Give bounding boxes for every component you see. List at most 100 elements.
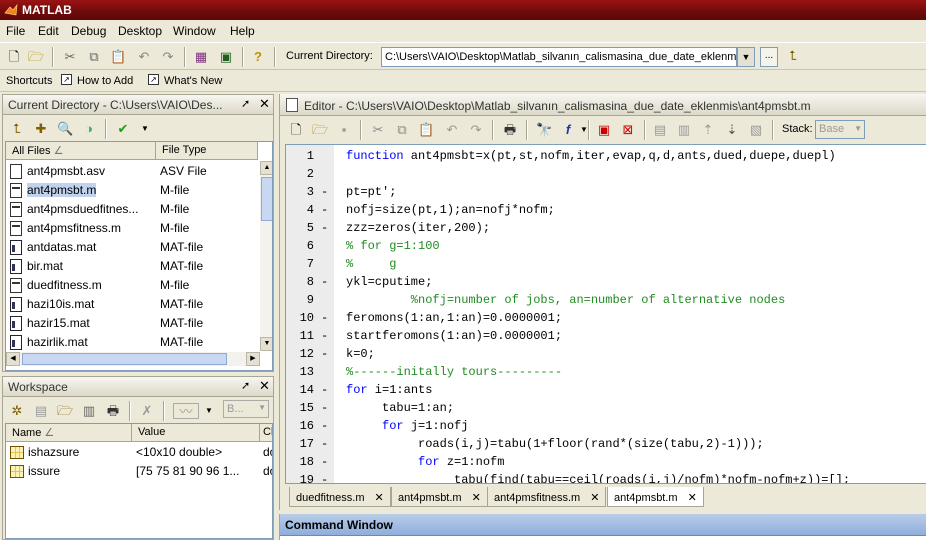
tab-ant4pmsfitness[interactable]: ant4pmsfitness.m ✕ [487,487,607,507]
chevron-down-icon[interactable]: ▼ [737,47,755,67]
chevron-down-icon[interactable]: ▼ [137,121,153,137]
breakpoint-marker[interactable]: - [321,329,328,343]
file-row[interactable]: bir.mat MAT-file [6,257,258,276]
code-line[interactable]: 14- for i=1:ants [286,381,926,399]
find-files-icon[interactable]: 🔍 [57,121,73,137]
close-icon[interactable]: ✕ [259,96,270,112]
undo-icon[interactable]: ↶ [444,122,460,138]
open-folder-icon[interactable]: 🗁 [312,122,328,138]
paste-icon[interactable]: 📋 [110,49,126,65]
code-line[interactable]: 6 % for g=1:100 [286,237,926,255]
menu-desktop[interactable]: Desktop [118,24,162,38]
breakpoint-marker[interactable]: - [321,437,328,451]
open-variable-icon[interactable]: ▤ [33,403,49,419]
file-row[interactable]: ant4pmsfitness.m M-file [6,219,258,238]
redo-icon[interactable]: ↷ [160,49,176,65]
step-in-icon[interactable]: ▥ [676,122,692,138]
plot-selector-icon[interactable]: 〰 [173,403,199,419]
code-line[interactable]: 12- k=0; [286,345,926,363]
undo-icon[interactable]: ↶ [136,49,152,65]
file-row[interactable]: ant4pmsduedfitnes... M-file [6,200,258,219]
paste-icon[interactable]: 📋 [418,122,434,138]
menu-help[interactable]: Help [230,24,255,38]
file-row[interactable]: ant4pmsbt.asv ASV File [6,162,258,181]
code-line[interactable]: 17- roads(i,j)=tabu(1+floor(rand*(size(t… [286,435,926,453]
tab-ant4pmsbt[interactable]: ant4pmsbt.m ✕ [391,487,488,507]
breakpoint-marker[interactable]: - [321,383,328,397]
delete-icon[interactable]: ✗ [139,403,155,419]
command-window[interactable]: Command Window [279,514,926,540]
column-header-all-files[interactable]: All Files ∠ [6,142,156,160]
workspace-variable-row[interactable]: issure [75 75 81 90 96 1... do [6,462,272,481]
vertical-scrollbar[interactable]: ▲ ▼ [260,161,272,351]
print-icon[interactable]: 🖶 [105,403,121,419]
new-file-icon[interactable]: 🗋 [288,122,304,138]
clear-breakpoints-icon[interactable]: ⊠ [620,122,636,138]
scroll-thumb[interactable] [22,353,227,365]
open-folder-icon[interactable]: 🗁 [28,49,44,65]
set-breakpoint-icon[interactable]: ▣ [596,122,612,138]
new-variable-icon[interactable]: ✲ [9,403,25,419]
shortcut-whats-new[interactable]: What's New [164,75,222,87]
print-icon[interactable]: 🖶 [502,122,518,138]
code-line[interactable]: 18- for z=1:nofm [286,453,926,471]
undock-icon[interactable]: ➚ [241,97,250,110]
code-line[interactable]: 8- ykl=cputime; [286,273,926,291]
new-folder-icon[interactable]: ✚ [33,121,49,137]
menu-edit[interactable]: Edit [38,24,59,38]
undock-icon[interactable]: ➚ [241,379,250,392]
close-icon[interactable]: ✕ [472,492,481,504]
scroll-right-icon[interactable]: ▶ [246,352,260,366]
browse-button[interactable]: ... [760,47,778,67]
file-row[interactable]: hazir15.mat MAT-file [6,314,258,333]
copy-icon[interactable]: ⧉ [394,122,410,138]
file-row[interactable]: antdatas.mat MAT-file [6,238,258,257]
simulink-icon[interactable]: ▦ [193,49,209,65]
help-icon[interactable]: ? [250,49,266,65]
file-row[interactable]: hazirlik.mat MAT-file [6,333,258,352]
close-icon[interactable]: ✕ [374,492,383,504]
code-line[interactable]: 10- feromons(1:an,1:an)=0.0000001; [286,309,926,327]
stack-select[interactable]: B... ▼ [223,400,269,418]
menu-window[interactable]: Window [173,24,216,38]
chevron-down-icon[interactable]: ▼ [201,403,217,419]
cut-icon[interactable]: ✂ [370,122,386,138]
scroll-down-icon[interactable]: ▼ [260,337,272,351]
find-icon[interactable]: 🔭 [536,122,552,138]
scroll-left-icon[interactable]: ◀ [6,352,20,366]
parent-folder-icon[interactable]: ⮤ [785,48,801,64]
breakpoint-marker[interactable]: - [321,185,328,199]
step-out-icon[interactable]: ⇡ [700,122,716,138]
import-data-icon[interactable]: 🗁 [57,403,73,419]
code-line[interactable]: 7 % g [286,255,926,273]
code-line[interactable]: 2 [286,165,926,183]
scroll-thumb[interactable] [261,177,272,221]
breakpoint-marker[interactable]: - [321,203,328,217]
parent-folder-icon[interactable]: ⮤ [9,121,25,137]
redo-icon[interactable]: ↷ [468,122,484,138]
code-line[interactable]: 13 %------initally tours--------- [286,363,926,381]
horizontal-scrollbar[interactable]: ◀ ▶ [6,352,260,366]
guide-icon[interactable]: ▣ [218,49,234,65]
breakpoint-marker[interactable]: - [321,347,328,361]
code-line[interactable]: 5- zzz=zeros(iter,200); [286,219,926,237]
close-icon[interactable]: ✕ [259,378,270,394]
visdiff-icon[interactable]: ◑ [81,121,97,137]
function-icon[interactable]: f [560,122,576,138]
code-line[interactable]: 16- for j=1:nofj [286,417,926,435]
column-header-class[interactable]: Cl [260,424,272,442]
code-line[interactable]: 11- startferomons(1:an)=0.0000001; [286,327,926,345]
breakpoint-marker[interactable]: - [321,401,328,415]
copy-icon[interactable]: ⧉ [86,49,102,65]
code-line[interactable]: 19- tabu(find(tabu==ceil(roads(i,j)/nofm… [286,471,926,483]
close-icon[interactable]: ✕ [688,492,697,504]
breakpoint-marker[interactable]: - [321,473,328,483]
stack-select[interactable]: Base ▼ [815,120,865,139]
file-row[interactable]: ant4pmsbt.m M-file [6,181,258,200]
file-row[interactable]: duedfitness.m M-file [6,276,258,295]
column-header-value[interactable]: Value [132,424,260,442]
code-line[interactable]: 3- pt=pt'; [286,183,926,201]
tab-duedfitness[interactable]: duedfitness.m ✕ [289,487,391,507]
step-icon[interactable]: ▤ [652,122,668,138]
scroll-up-icon[interactable]: ▲ [260,161,272,175]
